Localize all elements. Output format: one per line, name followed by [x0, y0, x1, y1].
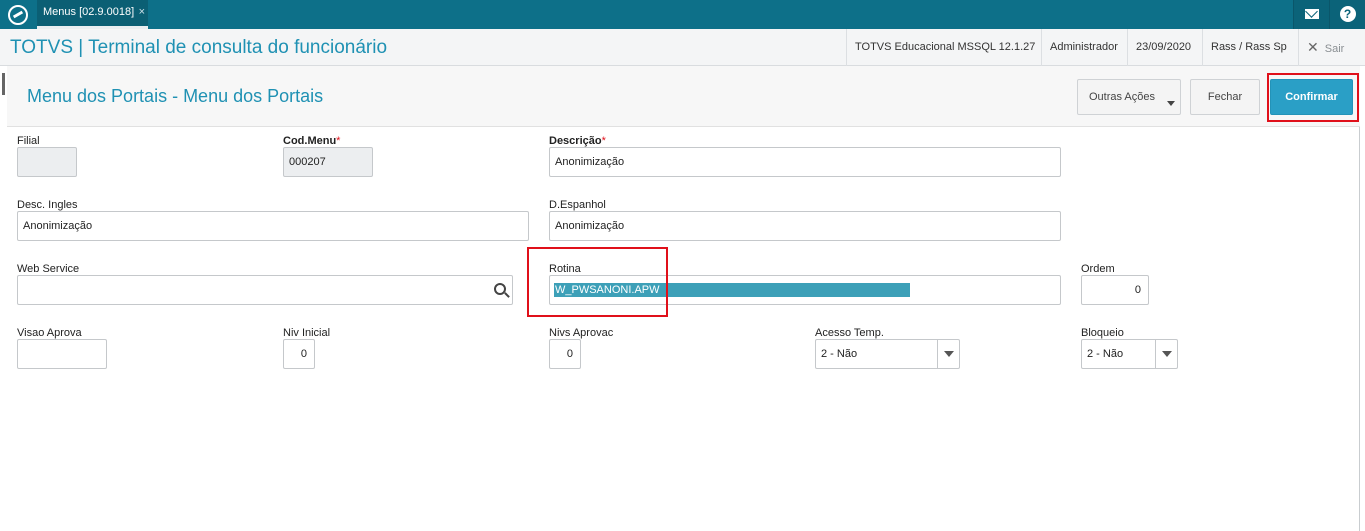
niv-inicial-field[interactable]: 0 — [283, 339, 315, 369]
chevron-down-icon[interactable] — [937, 340, 959, 368]
visao-aprova-field[interactable] — [17, 339, 107, 369]
confirmar-highlight-box — [1267, 73, 1359, 122]
web-service-label: Web Service — [17, 263, 80, 275]
cod-menu-label: Cod.Menu* — [283, 135, 341, 147]
close-icon[interactable]: × — [139, 0, 145, 24]
totvs-logo-icon[interactable] — [8, 5, 28, 25]
tab-menus[interactable]: Menus [02.9.0018] × — [37, 0, 148, 29]
bloqueio-label: Bloqueio — [1081, 327, 1124, 339]
left-panel-handle[interactable] — [0, 66, 7, 531]
filial-label: Filial — [17, 135, 40, 147]
outras-acoes-label: Outras Ações — [1088, 91, 1156, 103]
acesso-temp-select[interactable]: 2 - Não — [815, 339, 960, 369]
environment-label: TOTVS Educacional MSSQL 12.1.27 — [846, 29, 1043, 66]
web-service-field[interactable] — [17, 275, 513, 305]
visao-aprova-label: Visao Aprova — [17, 327, 82, 339]
close-icon: ✕ — [1307, 39, 1319, 55]
descricao-label: Descrição* — [549, 135, 606, 147]
desc-ingles-label: Desc. Ingles — [17, 199, 78, 211]
help-icon[interactable]: ? — [1329, 0, 1365, 29]
app-bar: TOTVS | Terminal de consulta do funcioná… — [0, 29, 1365, 66]
niv-inicial-label: Niv Inicial — [283, 327, 331, 339]
cod-menu-field[interactable]: 000207 — [283, 147, 373, 177]
user-label: Administrador — [1041, 29, 1126, 66]
right-divider — [1359, 66, 1360, 531]
d-espanhol-label: D.Espanhol — [549, 199, 606, 211]
app-title: TOTVS | Terminal de consulta do funcioná… — [10, 37, 388, 58]
page-title: Menu dos Portais - Menu dos Portais — [27, 86, 324, 106]
rotina-highlight-box — [527, 247, 668, 317]
tab-label: Menus [02.9.0018] — [43, 6, 135, 18]
chevron-down-icon — [1167, 101, 1175, 106]
chevron-down-icon[interactable] — [1155, 340, 1177, 368]
bloqueio-select[interactable]: 2 - Não — [1081, 339, 1178, 369]
branch-label[interactable]: Rass / Rass Sp — [1202, 29, 1295, 66]
ordem-field[interactable]: 0 — [1081, 275, 1149, 305]
descricao-field[interactable]: Anonimização — [549, 147, 1061, 177]
bloqueio-value: 2 - Não — [1087, 348, 1124, 360]
ordem-label: Ordem — [1081, 263, 1115, 275]
acesso-temp-value: 2 - Não — [821, 348, 858, 360]
d-espanhol-field[interactable]: Anonimização — [549, 211, 1061, 241]
top-bar: Menus [02.9.0018] × ? — [0, 0, 1365, 29]
nivs-aprovac-label: Nivs Aprovac — [549, 327, 614, 339]
mail-icon[interactable] — [1293, 0, 1329, 29]
outras-acoes-button[interactable]: Outras Ações — [1077, 79, 1181, 115]
exit-button[interactable]: ✕ Sair — [1298, 29, 1352, 66]
search-icon[interactable] — [494, 283, 506, 295]
filial-field[interactable] — [17, 147, 77, 177]
fechar-button[interactable]: Fechar — [1190, 79, 1260, 115]
acesso-temp-label: Acesso Temp. — [815, 327, 884, 339]
date-label: 23/09/2020 — [1127, 29, 1199, 66]
nivs-aprovac-field[interactable]: 0 — [549, 339, 581, 369]
exit-label: Sair — [1324, 43, 1345, 55]
desc-ingles-field[interactable]: Anonimização — [17, 211, 529, 241]
